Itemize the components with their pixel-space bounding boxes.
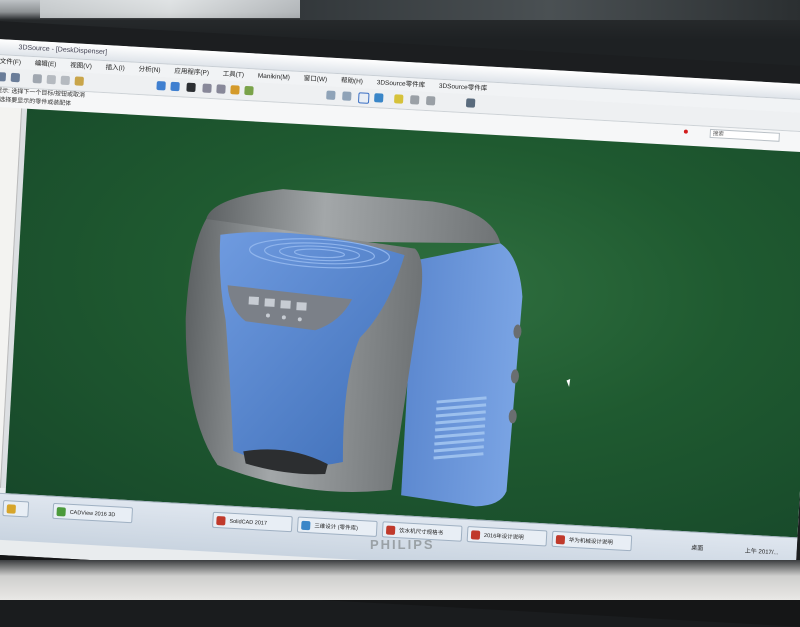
app-icon [470,530,481,540]
sketch-icon[interactable] [425,96,436,106]
taskbar-item[interactable]: 华为机械设计说明 [551,530,633,552]
measure-icon[interactable] [342,91,352,101]
desk [0,560,800,600]
copy-icon[interactable] [60,75,71,86]
model-render [185,189,523,507]
menu-window[interactable]: 窗口(W) [303,72,328,86]
clock: 上午 2017/... [744,548,779,557]
window-title: 3DSource - [DeskDispenser] [18,44,108,57]
menu-view[interactable]: 视图(V) [70,59,92,73]
select-icon[interactable] [32,74,43,84]
light-icon[interactable] [374,93,384,103]
app-icon [385,525,396,535]
monitor: 3DSource - [DeskDispenser] 文件(F) 编辑(E) 视… [0,20,800,627]
app-icon [6,504,16,514]
cut-icon[interactable] [46,74,57,85]
system-tray[interactable]: 桌面 上午 2017/... [691,543,779,557]
app-icon [301,520,311,531]
snap-icon[interactable] [393,94,404,104]
taskbar-item[interactable]: 三维设计 (零件库) [296,516,378,537]
taskbar-item[interactable]: CADView 2016 3D [52,502,134,524]
undo-icon[interactable] [0,72,7,82]
redo-icon[interactable] [10,72,21,83]
tray-desktop[interactable]: 桌面 [691,546,703,553]
monitor-brand-logo: PHILIPS [370,537,435,552]
background-monitor-edge [300,0,800,20]
screen: 3DSource - [DeskDispenser] 文件(F) 编辑(E) 视… [0,38,800,600]
paste-icon[interactable] [74,76,84,86]
grid-icon[interactable] [409,95,420,105]
app-icon [216,515,226,526]
menu-insert[interactable]: 插入(I) [105,61,125,75]
section-icon[interactable] [326,90,336,100]
menu-analysis[interactable]: 分析(N) [138,63,161,77]
zoom-out-icon[interactable] [216,84,226,94]
taskbar-item[interactable]: SolidCAD 2017 [212,511,293,533]
taskbar-item[interactable]: 2016年设计说明 [466,526,548,547]
background-window-glare [40,0,300,18]
menu-edit[interactable]: 编辑(E) [34,57,57,71]
menu-help[interactable]: 帮助(H) [341,74,364,88]
view-top-icon[interactable] [170,81,180,92]
render-icon[interactable] [186,82,196,93]
menu-tools[interactable]: 工具(T) [222,68,245,82]
app-icon [555,534,566,545]
rotate-icon[interactable] [230,85,240,95]
shade-icon[interactable] [357,92,370,104]
help-icon[interactable] [465,98,476,108]
fit-icon[interactable] [244,85,254,96]
app-icon [56,507,66,517]
view-front-icon[interactable] [156,80,166,91]
taskbar-item[interactable] [2,500,30,518]
3d-viewport[interactable] [5,108,800,538]
zoom-in-icon[interactable] [202,83,212,94]
menu-file[interactable]: 文件(F) [0,55,21,69]
